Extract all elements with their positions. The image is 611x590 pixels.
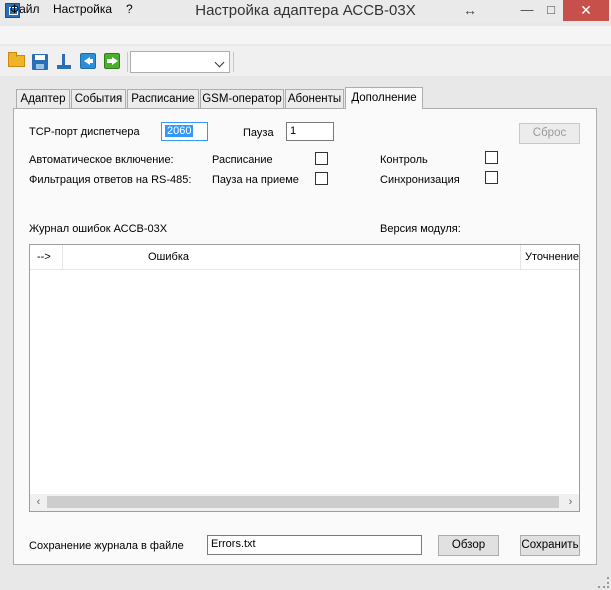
error-log-list[interactable]: --> Ошибка Уточнение ‹ › (29, 244, 580, 512)
toolbar-separator (233, 52, 234, 72)
scroll-left-icon[interactable]: ‹ (30, 496, 47, 509)
sync-checkbox[interactable] (485, 171, 498, 184)
tab-adapter[interactable]: Адаптер (16, 89, 70, 108)
auto-enable-label: Автоматическое включение: (29, 154, 174, 166)
maximize-button[interactable]: □ (539, 0, 563, 21)
back-arrow-icon[interactable] (80, 53, 96, 69)
save-button[interactable]: Сохранить (520, 535, 580, 556)
save-log-label: Сохранение журнала в файле (29, 540, 184, 552)
column-header-error[interactable]: Ошибка (63, 245, 521, 269)
pause-receive-label: Пауза на приеме (212, 174, 299, 186)
pause-field[interactable]: 1 (286, 122, 334, 141)
menu-bar (0, 26, 611, 44)
tcp-port-field[interactable]: 2060 (161, 122, 208, 141)
filter-label: Фильтрация ответов на RS-485: (29, 174, 192, 186)
menu-help[interactable]: ? (126, 2, 133, 16)
module-version-label: Версия модуля: (380, 223, 461, 235)
horizontal-scrollbar[interactable]: ‹ › (30, 494, 579, 511)
pause-label: Пауза (243, 127, 274, 139)
tab-addition[interactable]: Дополнение (345, 87, 423, 109)
save-icon[interactable] (32, 54, 48, 70)
tab-subscribers[interactable]: Абоненты (285, 89, 344, 108)
log-file-field[interactable]: Errors.txt (207, 535, 422, 555)
browse-button[interactable]: Обзор (438, 535, 499, 556)
control-checkbox[interactable] (485, 151, 498, 164)
column-header-clarification[interactable]: Уточнение (521, 245, 579, 269)
reset-button[interactable]: Сброс (519, 123, 580, 144)
close-button[interactable]: ✕ (563, 0, 609, 21)
scroll-right-icon[interactable]: › (562, 496, 579, 509)
schedule-label: Расписание (212, 154, 273, 166)
pause-receive-checkbox[interactable] (315, 172, 328, 185)
column-header-arrow[interactable]: --> (30, 245, 63, 269)
resize-grip[interactable] (598, 577, 609, 588)
resize-arrows-icon: ↔ (463, 2, 477, 18)
menu-settings[interactable]: Настройка (53, 2, 112, 16)
folder-open-icon[interactable] (8, 52, 25, 67)
upload-icon[interactable] (56, 53, 72, 70)
control-label: Контроль (380, 154, 428, 166)
tcp-port-value: 2060 (165, 125, 194, 137)
header-divider (30, 269, 579, 270)
schedule-checkbox[interactable] (315, 152, 328, 165)
error-log-label: Журнал ошибок АССВ-03Х (29, 223, 168, 235)
toolbar-dropdown[interactable] (130, 51, 230, 73)
sync-label: Синхронизация (380, 174, 460, 186)
tab-events[interactable]: События (71, 89, 126, 108)
menu-file[interactable]: Файл (10, 2, 40, 16)
scrollbar-thumb[interactable] (47, 496, 559, 508)
toolbar-separator (127, 52, 128, 72)
chevron-down-icon (214, 57, 225, 68)
forward-arrow-icon[interactable] (104, 53, 120, 69)
tcp-port-label: TCP-порт диспетчера (29, 126, 140, 138)
tab-gsm-operator[interactable]: GSM-оператор (200, 89, 284, 108)
minimize-button[interactable]: — (515, 0, 539, 21)
tab-schedule[interactable]: Расписание (127, 89, 199, 108)
